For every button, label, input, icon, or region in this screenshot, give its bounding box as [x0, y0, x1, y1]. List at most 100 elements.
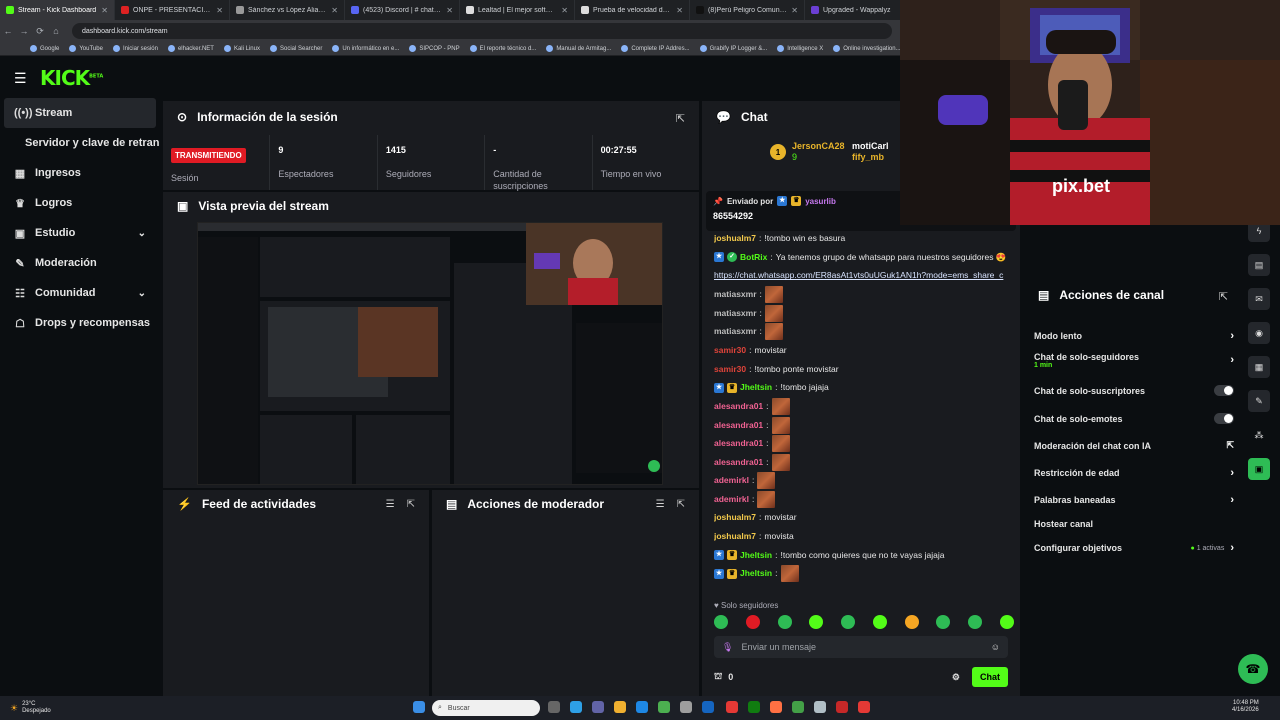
app-icon-5[interactable]: [836, 701, 848, 713]
chat-message[interactable]: ademirkl:: [714, 471, 1014, 490]
app-icon-3[interactable]: [792, 701, 804, 713]
bookmark-item[interactable]: Complete IP Addres...: [621, 45, 690, 52]
close-icon[interactable]: ✕: [676, 6, 683, 15]
edge-icon[interactable]: [636, 701, 648, 713]
chat-username[interactable]: ademirkl: [714, 494, 749, 505]
chat-message[interactable]: https://chat.whatsapp.com/ER8asAt1vts0uU…: [714, 267, 1014, 286]
bookmark-item[interactable]: Kali Linux: [223, 45, 260, 52]
action-banned-words[interactable]: Palabras baneadas ›: [1034, 494, 1234, 506]
chat-username[interactable]: joshualm7: [714, 531, 756, 542]
action-emotes-only[interactable]: Chat de solo-emotes: [1034, 413, 1234, 424]
filter-icon[interactable]: ☰: [386, 499, 395, 510]
close-icon[interactable]: ✕: [791, 6, 798, 15]
home-icon[interactable]: ⌂: [48, 26, 64, 36]
sidebar-item-logros[interactable]: ♛ Logros: [0, 188, 160, 218]
sidebar-item-moderacion[interactable]: ✎ Moderación: [0, 248, 160, 278]
chrome-icon[interactable]: [726, 701, 738, 713]
popout-icon[interactable]: ⇱: [407, 499, 415, 510]
chat-message[interactable]: ★ ✓ BotRix: Ya tenemos grupo de whatsapp pa…: [714, 248, 1014, 267]
chat-username[interactable]: ademirkl: [714, 475, 749, 486]
sidebar-item-estudio[interactable]: ▣ Estudio ⌄: [0, 218, 160, 248]
sidebar-item-ingresos[interactable]: ▦ Ingresos: [0, 158, 160, 188]
firefox-icon[interactable]: [770, 701, 782, 713]
chat-message[interactable]: alesandra01:: [714, 434, 1014, 453]
bookmark-item[interactable]: Online investigation...: [833, 45, 901, 52]
browser-tab[interactable]: Stream - Kick Dashboard ✕: [0, 0, 115, 20]
bookmark-item[interactable]: SIPCOP - PNP: [409, 45, 460, 52]
bookmark-item[interactable]: Grabify IP Logger &...: [699, 45, 767, 52]
chat-message[interactable]: ★ ♛ Jheltsin: !tombo como quieres que no te…: [714, 546, 1014, 565]
chat-message[interactable]: joshualm7: movistar: [714, 508, 1014, 527]
chat-message[interactable]: joshualm7: !tombo win es basura: [714, 229, 1014, 248]
action-age-restriction[interactable]: Restricción de edad ›: [1034, 467, 1234, 479]
chat-username[interactable]: joshualm7: [714, 233, 756, 244]
action-subs-only[interactable]: Chat de solo-suscriptores: [1034, 385, 1234, 396]
explorer-icon[interactable]: [614, 701, 626, 713]
sidebar-item-comunidad[interactable]: ☷ Comunidad ⌄: [0, 278, 160, 308]
vscode-icon[interactable]: [702, 701, 714, 713]
weather-widget[interactable]: ☀ 23°C Despejado: [10, 701, 51, 715]
taskbar-search[interactable]: ⌕ Buscar: [432, 700, 540, 716]
forward-icon[interactable]: →: [16, 26, 32, 36]
send-chat-button[interactable]: Chat: [972, 667, 1008, 687]
emote-icon[interactable]: [999, 615, 1014, 629]
teams-icon[interactable]: [592, 701, 604, 713]
chat-username[interactable]: alesandra01: [714, 438, 763, 449]
support-button[interactable]: ☎: [1238, 654, 1268, 684]
filter-icon[interactable]: ☰: [656, 499, 665, 510]
top-gifter-2[interactable]: motiCarl fify_mb: [852, 141, 889, 163]
bookmark-item[interactable]: Google: [30, 45, 59, 52]
emote-icon[interactable]: [872, 615, 887, 629]
close-icon[interactable]: ✕: [561, 6, 568, 15]
sidebar-item-server-key[interactable]: Servidor y clave de retransmisión: [0, 128, 160, 158]
action-ai-moderation[interactable]: Moderación del chat con IA ⇱: [1034, 440, 1234, 451]
app-icon-2[interactable]: [658, 701, 670, 713]
task-view-icon[interactable]: [548, 701, 560, 713]
emote-icon[interactable]: [809, 615, 824, 629]
gear-icon[interactable]: ⚙: [952, 672, 960, 683]
chat-username[interactable]: Jheltsin: [740, 382, 772, 393]
settings-icon[interactable]: [680, 701, 692, 713]
hamburger-icon[interactable]: ☰: [14, 70, 28, 87]
stream-preview-video[interactable]: [197, 222, 663, 485]
popout-icon[interactable]: ⇱: [676, 112, 685, 125]
windows-start-icon[interactable]: [413, 701, 425, 713]
emote-icon[interactable]: [936, 615, 951, 629]
chat-message[interactable]: joshualm7: movista: [714, 527, 1014, 546]
chat-username[interactable]: samir30: [714, 345, 746, 356]
toggle-switch[interactable]: [1214, 385, 1234, 396]
taskbar-clock[interactable]: 10:48 PM 4/16/2026: [1232, 700, 1259, 714]
chat-input[interactable]: 🎙 Enviar un mensaje ☺: [714, 636, 1008, 658]
emote-icon[interactable]: [745, 615, 760, 629]
chat-message[interactable]: ★ ♛ Jheltsin: !tombo jajaja: [714, 378, 1014, 397]
bookmark-item[interactable]: YouTube: [69, 45, 103, 52]
emote-icon[interactable]: [777, 615, 792, 629]
bookmark-item[interactable]: El reporte técnico d...: [469, 45, 536, 52]
popout-icon[interactable]: ⇱: [1219, 290, 1228, 303]
action-followers-only[interactable]: Chat de solo-seguidores 1 min ›: [1034, 352, 1234, 369]
chat-message[interactable]: matiasxmr:: [714, 322, 1014, 341]
popout-icon[interactable]: ⇱: [677, 499, 685, 510]
chat-message[interactable]: matiasxmr:: [714, 304, 1014, 323]
action-slow-mode[interactable]: Modo lento ›: [1034, 330, 1234, 342]
sidebar-item-stream[interactable]: ((•)) Stream: [4, 98, 156, 128]
emote-icon[interactable]: [841, 615, 856, 629]
bookmark-item[interactable]: Manual de Armitag...: [546, 45, 611, 52]
browser-tab[interactable]: ONPE - PRESENTACIÓN DE R✕: [115, 0, 230, 20]
app-icon-4[interactable]: [814, 701, 826, 713]
chat-username[interactable]: Jheltsin: [740, 568, 772, 579]
chat-username[interactable]: matiasxmr: [714, 326, 757, 337]
emoji-icon[interactable]: ☺: [991, 642, 1000, 652]
log-icon[interactable]: ▤: [1248, 254, 1270, 276]
bookmark-item[interactable]: Social Searcher: [269, 45, 322, 52]
app-icon-6[interactable]: [858, 701, 870, 713]
app-icon-1[interactable]: [570, 701, 582, 713]
toggle-switch[interactable]: [1214, 413, 1234, 424]
kick-logo[interactable]: KICKBETA: [40, 66, 103, 90]
browser-tab[interactable]: (8)Perú Peligro Comunismo y ✕: [690, 0, 805, 20]
chat-username[interactable]: alesandra01: [714, 401, 763, 412]
browser-tab[interactable]: Prueba de velocidad de Ookl ✕: [575, 0, 690, 20]
close-icon[interactable]: ✕: [216, 6, 223, 15]
bookmark-item[interactable]: Iniciar sesión: [112, 45, 158, 52]
chat-username[interactable]: BotRix: [740, 252, 767, 263]
